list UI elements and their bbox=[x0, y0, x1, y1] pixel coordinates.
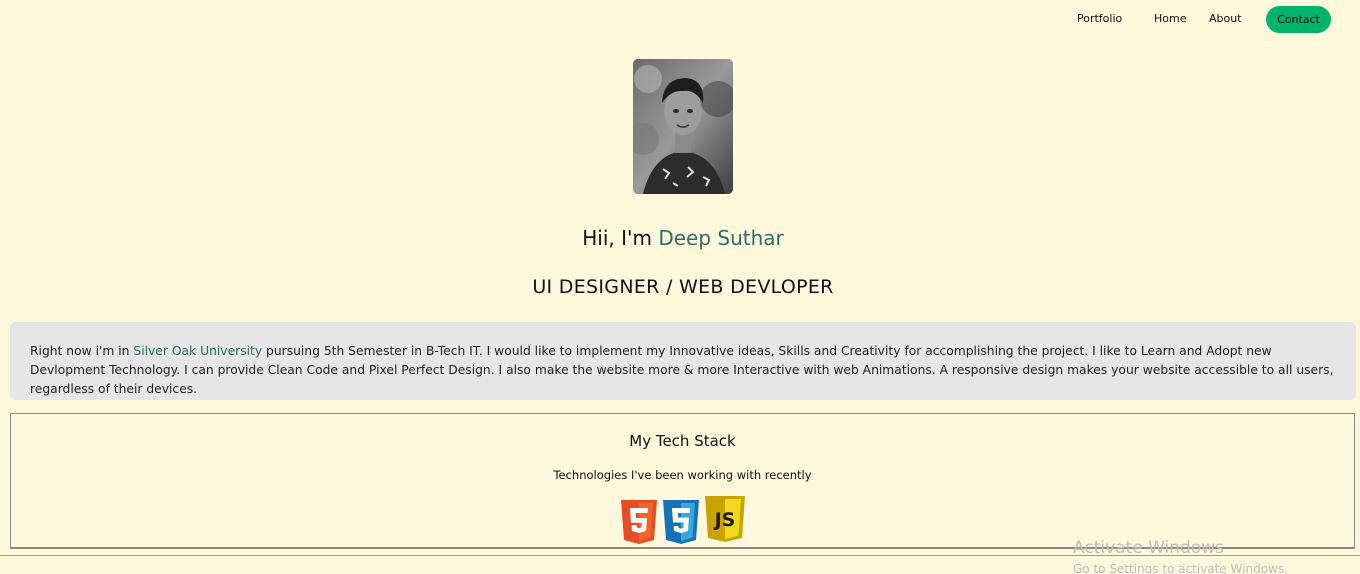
tech-stack-title: My Tech Stack bbox=[629, 432, 736, 450]
tech-stack-section: My Tech Stack Technologies I've been wor… bbox=[10, 413, 1355, 549]
hero-role: UI DESIGNER / WEB DEVLOPER bbox=[532, 276, 834, 298]
hero-name: Deep Suthar bbox=[658, 226, 784, 250]
tech-icons-row: JS bbox=[621, 496, 751, 544]
hero-greeting: Hii, I'm Deep Suthar bbox=[0, 226, 1360, 250]
about-section: Right now i'm in Silver Oak University p… bbox=[10, 322, 1356, 400]
watermark-subtitle: Go to Settings to activate Windows. bbox=[1073, 562, 1288, 574]
about-text-before: Right now i'm in bbox=[30, 344, 134, 358]
profile-photo bbox=[633, 59, 733, 194]
top-nav: Portfolio Home About Contact bbox=[0, 0, 1360, 40]
html5-icon bbox=[621, 500, 657, 544]
tech-stack-subtitle: Technologies I've been working with rece… bbox=[553, 468, 812, 482]
nav-about-link[interactable]: About bbox=[1209, 12, 1242, 25]
nav-portfolio-link[interactable]: Portfolio bbox=[1077, 12, 1122, 25]
javascript-icon: JS bbox=[705, 496, 745, 542]
university-link[interactable]: Silver Oak University bbox=[133, 344, 262, 358]
windows-activation-watermark: Activate Windows Go to Settings to activ… bbox=[1073, 538, 1288, 574]
css3-icon bbox=[663, 500, 699, 544]
watermark-title: Activate Windows bbox=[1073, 538, 1224, 558]
svg-text:JS: JS bbox=[713, 509, 736, 531]
greeting-prefix: Hii, I'm bbox=[582, 226, 659, 250]
nav-home-link[interactable]: Home bbox=[1154, 12, 1186, 25]
contact-button[interactable]: Contact bbox=[1266, 6, 1331, 33]
